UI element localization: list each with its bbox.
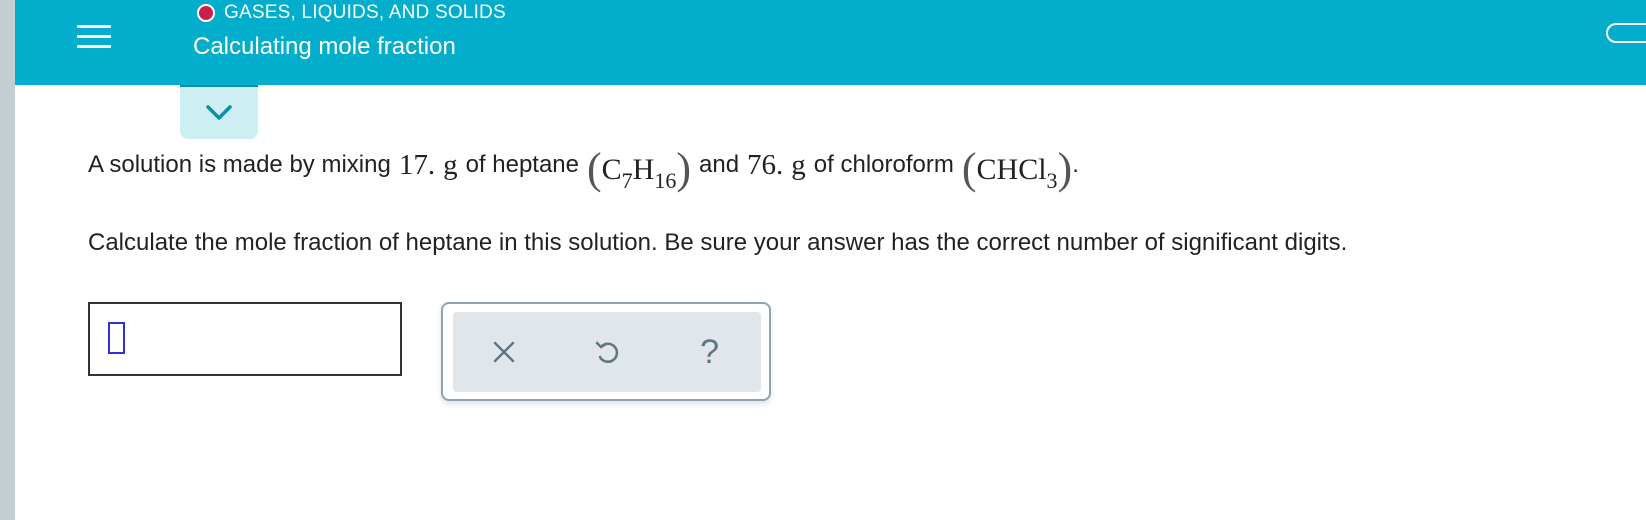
help-button[interactable]: ?: [685, 327, 735, 377]
chloroform-formula: ( CHCl 3 ): [961, 144, 1073, 194]
tools-bar: ?: [453, 312, 761, 392]
heptane-label: of heptane: [465, 151, 579, 178]
formula-element: CHCl: [976, 153, 1047, 186]
chloroform-mass: 76.: [747, 148, 784, 181]
topic-row: GASES, LIQUIDS, AND SOLIDS: [197, 0, 506, 26]
question-text: Calculate the mole fraction of heptane i…: [88, 229, 1348, 256]
side-panel-toggle[interactable]: [1606, 23, 1646, 43]
chloroform-label: of chloroform: [813, 151, 954, 178]
chevron-down-icon: [206, 105, 232, 120]
x-icon: [494, 341, 515, 363]
menu-button[interactable]: [64, 6, 124, 66]
heptane-formula: ( C 7 H 16 ): [587, 144, 691, 194]
formula-subscript: 3: [1046, 168, 1058, 193]
hamburger-icon-line: [77, 44, 111, 48]
formula-subscript: 7: [621, 168, 633, 193]
problem-intro: A solution is made by mixing: [88, 151, 391, 178]
undo-icon: [595, 341, 619, 363]
answer-tools: ?: [441, 302, 771, 401]
hamburger-icon-line: [77, 34, 111, 38]
heptane-mass-unit: g: [443, 148, 458, 181]
answer-input[interactable]: [88, 302, 402, 376]
period: .: [1072, 151, 1079, 178]
left-rail: [0, 0, 15, 520]
topic-label: GASES, LIQUIDS, AND SOLIDS: [224, 2, 506, 23]
heptane-mass: 17.: [398, 148, 436, 181]
formula-subscript: 16: [654, 168, 677, 193]
hamburger-icon: [77, 24, 111, 28]
problem-statement: A solution is made by mixing 17. g of he…: [88, 143, 1079, 194]
input-cursor: [108, 322, 125, 354]
lesson-title: Calculating mole fraction: [193, 33, 456, 60]
and-text: and: [699, 151, 740, 178]
top-header: GASES, LIQUIDS, AND SOLIDS Calculating m…: [15, 0, 1646, 85]
clear-button[interactable]: [479, 327, 529, 377]
formula-element: H: [632, 153, 655, 186]
undo-button[interactable]: [582, 327, 632, 377]
status-dot-icon: [197, 4, 215, 22]
chloroform-mass-unit: g: [791, 148, 806, 181]
question-icon: ?: [700, 332, 720, 371]
expand-button[interactable]: [180, 85, 258, 139]
formula-element: C: [601, 153, 622, 186]
